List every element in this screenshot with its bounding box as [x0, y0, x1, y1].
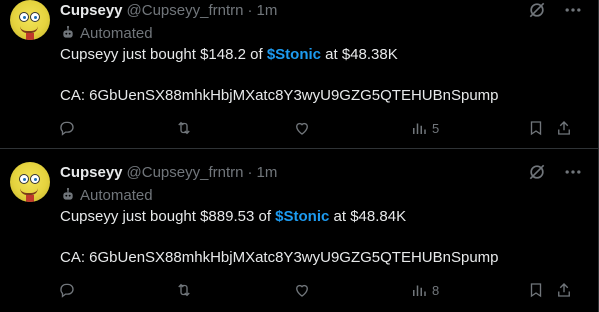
- bookmark-button[interactable]: [527, 118, 545, 138]
- text-suffix: at $48.38K: [321, 46, 398, 63]
- tweet-text: Cupseyy just bought $148.2 of $Stonic at…: [60, 46, 398, 63]
- reply-button[interactable]: [58, 280, 76, 300]
- more-icon[interactable]: [563, 0, 583, 20]
- author-handle[interactable]: @Cupseyy_frntrn: [127, 164, 244, 181]
- author-name[interactable]: Cupseyy: [60, 164, 123, 181]
- automated-label: Automated: [80, 186, 153, 204]
- reply-button[interactable]: [58, 118, 76, 138]
- tweet[interactable]: Cupseyy @Cupseyy_frntrn · 1m Automated C…: [0, 0, 599, 148]
- tweet-header: Cupseyy @Cupseyy_frntrn · 1m: [60, 0, 277, 20]
- views-icon: [413, 285, 426, 296]
- share-icon: [558, 121, 570, 135]
- text-suffix: at $48.84K: [329, 208, 407, 225]
- bookmark-icon: [530, 121, 542, 136]
- tweet-text: Cupseyy just bought $889.53 of $Stonic a…: [60, 208, 406, 225]
- text-prefix: Cupseyy just bought $889.53 of: [60, 208, 276, 225]
- avatar[interactable]: [10, 162, 50, 202]
- views-count: 8: [432, 282, 440, 298]
- cashtag-link[interactable]: $Stonic: [267, 46, 321, 63]
- action-bar: 8: [0, 280, 599, 300]
- cashtag-link[interactable]: $Stonic: [275, 208, 329, 225]
- share-icon: [558, 283, 570, 297]
- views-button[interactable]: 8: [410, 280, 439, 300]
- separator-dot: ·: [247, 163, 253, 181]
- separator-dot: ·: [247, 1, 253, 19]
- more-icon[interactable]: [563, 162, 583, 182]
- retweet-button[interactable]: [175, 280, 193, 300]
- views-icon: [413, 123, 426, 134]
- action-bar: 5: [0, 118, 599, 138]
- like-icon: [296, 122, 308, 135]
- bookmark-button[interactable]: [527, 280, 545, 300]
- grok-icon[interactable]: [527, 162, 547, 182]
- reply-icon: [60, 283, 74, 298]
- share-button[interactable]: [555, 280, 573, 300]
- retweet-button[interactable]: [175, 118, 193, 138]
- like-icon: [296, 284, 308, 297]
- retweet-icon: [178, 283, 190, 297]
- bookmark-icon: [530, 283, 542, 298]
- automated-badge: Automated: [60, 24, 153, 42]
- bot-icon: [63, 25, 73, 38]
- contract-address: CA: 6GbUenSX88mhkHbjMXatc8Y3wyU9GZG5QTEH…: [60, 249, 499, 266]
- timestamp[interactable]: 1m: [256, 164, 277, 181]
- author-handle[interactable]: @Cupseyy_frntrn: [127, 2, 244, 19]
- author-name[interactable]: Cupseyy: [60, 2, 123, 19]
- timestamp[interactable]: 1m: [256, 2, 277, 19]
- contract-address: CA: 6GbUenSX88mhkHbjMXatc8Y3wyU9GZG5QTEH…: [60, 87, 499, 104]
- tweet-header: Cupseyy @Cupseyy_frntrn · 1m: [60, 162, 277, 182]
- like-button[interactable]: [293, 280, 311, 300]
- like-button[interactable]: [293, 118, 311, 138]
- tweet-divider: [0, 148, 599, 149]
- bot-icon: [63, 187, 73, 200]
- text-prefix: Cupseyy just bought $148.2 of: [60, 46, 267, 63]
- views-button[interactable]: 5: [410, 118, 439, 138]
- views-count: 5: [432, 120, 440, 136]
- grok-icon[interactable]: [527, 0, 547, 20]
- share-button[interactable]: [555, 118, 573, 138]
- automated-badge: Automated: [60, 186, 153, 204]
- avatar[interactable]: [10, 0, 50, 40]
- reply-icon: [60, 121, 74, 136]
- retweet-icon: [178, 121, 190, 135]
- tweet[interactable]: Cupseyy @Cupseyy_frntrn · 1m Automated C…: [0, 150, 599, 312]
- automated-label: Automated: [80, 24, 153, 42]
